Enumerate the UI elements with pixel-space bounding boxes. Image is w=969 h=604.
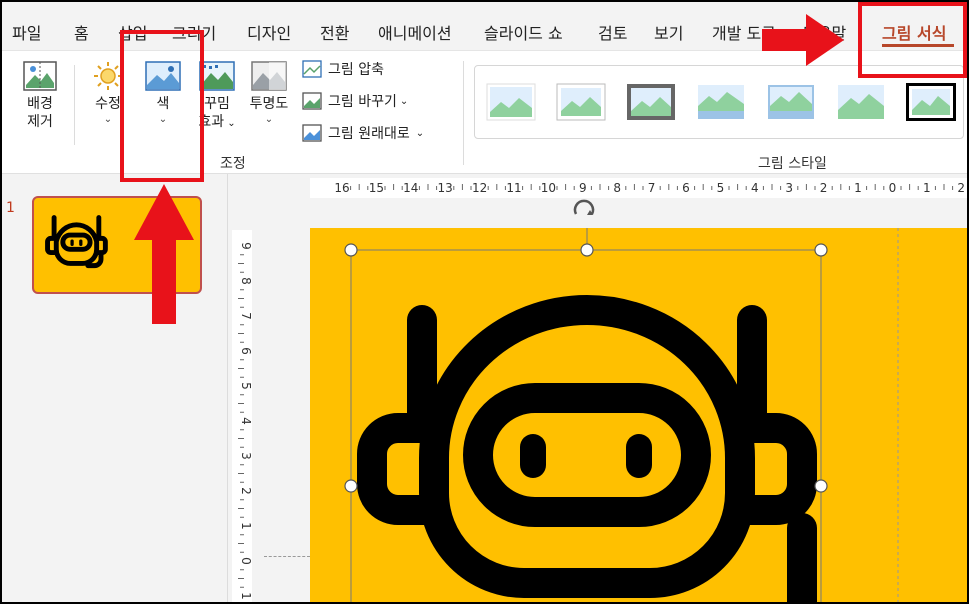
tab-view[interactable]: 보기 [654,20,683,44]
compress-label: 그림 압축 [328,62,384,78]
ribbon-divider [463,61,464,165]
tab-slideshow[interactable]: 슬라이드 쇼 [484,20,563,44]
reset-picture-icon [302,124,322,142]
vertical-ruler: 9 8 7 6 5 4 3 2 1 0 1 [232,230,253,602]
style-thumb-1[interactable] [485,82,537,122]
ruler-label: 13 [438,181,453,195]
red-arrow-up-icon [134,184,194,324]
ruler-label: 4 [751,181,759,195]
ruler-label: 8 [613,181,621,195]
ruler-label: 14 [403,181,418,195]
ruler-label: 15 [369,181,384,195]
tab-review[interactable]: 검토 [598,20,627,44]
style-thumb-4[interactable] [695,82,747,122]
style-thumb-3[interactable] [625,82,677,122]
rotate-handle-icon[interactable] [570,198,598,220]
ruler-label: 12 [472,181,487,195]
remove-bg-label-2: 제거 [27,114,53,130]
highlight-box-color [120,30,204,182]
ruler-label: 1 [923,181,931,195]
ruler-label: 11 [506,181,521,195]
ruler-label: 6 [682,181,690,195]
style-thumb-7[interactable] [905,82,957,122]
compress-icon [302,60,322,78]
ruler-label: 16 [334,181,349,195]
ruler-label: 1 [239,592,252,600]
compress-pictures-button[interactable]: 그림 압축 [302,59,384,79]
guide-line [264,556,310,557]
style-thumb-5[interactable] [765,82,817,122]
powerpoint-window: 파일 홈 삽입 그리기 디자인 전환 애니메이션 슬라이드 쇼 검토 보기 개발… [2,2,967,602]
tab-transitions[interactable]: 전환 [320,20,349,44]
ruler-label: 6 [239,347,252,355]
ruler-label: 2 [820,181,828,195]
ruler-label: 2 [239,487,252,495]
tab-file[interactable]: 파일 [12,20,41,44]
picture-styles-group-label: 그림 스타일 [758,156,827,172]
ruler-label: 8 [239,277,252,285]
ruler-label: 10 [541,181,556,195]
remove-bg-label-1: 배경 [27,96,53,112]
ruler-label: 0 [889,181,897,195]
ruler-label: 5 [239,382,252,390]
change-picture-icon [302,92,322,110]
transparency-button[interactable]: 투명도 ⌄ [246,61,292,127]
ruler-label: 2 [957,181,965,195]
chevron-down-icon: ⌄ [264,114,274,125]
tab-animations[interactable]: 애니메이션 [378,20,452,44]
ruler-label: 1 [854,181,862,195]
robot-picture[interactable] [310,228,967,602]
ruler-label: 9 [239,242,252,250]
artistic-effects-icon [199,61,235,91]
ruler-label: 7 [648,181,656,195]
adjust-group-label: 조정 [220,156,246,172]
tab-home[interactable]: 홈 [74,20,89,44]
ribbon-divider [74,65,75,145]
remove-background-icon [23,61,57,91]
slide-number: 1 [6,200,15,216]
ruler-label: 3 [239,452,252,460]
red-arrow-right-icon [762,14,844,66]
ruler-label: 4 [239,417,252,425]
change-picture-label: 그림 바꾸기 [328,94,397,110]
remove-background-button[interactable]: 배경 제거 [20,61,60,131]
horizontal-ruler: 16 15 14 13 12 11 10 9 8 7 6 5 4 3 2 1 0 1 2 [310,178,967,198]
robot-icon [45,215,108,269]
slide-canvas[interactable] [310,228,967,602]
highlight-box-picture-format [858,2,967,78]
vertical-ruler-ticks: 9 8 7 6 5 4 3 2 1 0 1 [238,242,253,600]
sun-icon [94,62,122,90]
ruler-label: 1 [239,522,252,530]
ruler-label: 9 [579,181,587,195]
change-picture-button[interactable]: 그림 바꾸기 ⌄ [302,91,408,111]
style-thumb-2[interactable] [555,82,607,122]
ruler-label: 7 [239,312,252,320]
ruler-label: 0 [239,557,252,565]
reset-picture-label: 그림 원래대로 [328,126,410,142]
ruler-label: 5 [717,181,725,195]
transparency-label: 투명도 [249,96,289,112]
reset-picture-button[interactable]: 그림 원래대로 ⌄ [302,123,424,143]
tab-design[interactable]: 디자인 [247,20,291,44]
style-thumb-6[interactable] [835,82,887,122]
ruler-label: 3 [785,181,793,195]
horizontal-ruler-ticks: 16 15 14 13 12 11 10 9 8 7 6 5 4 3 2 1 0 1 2 [334,181,965,195]
transparency-icon [251,61,287,91]
